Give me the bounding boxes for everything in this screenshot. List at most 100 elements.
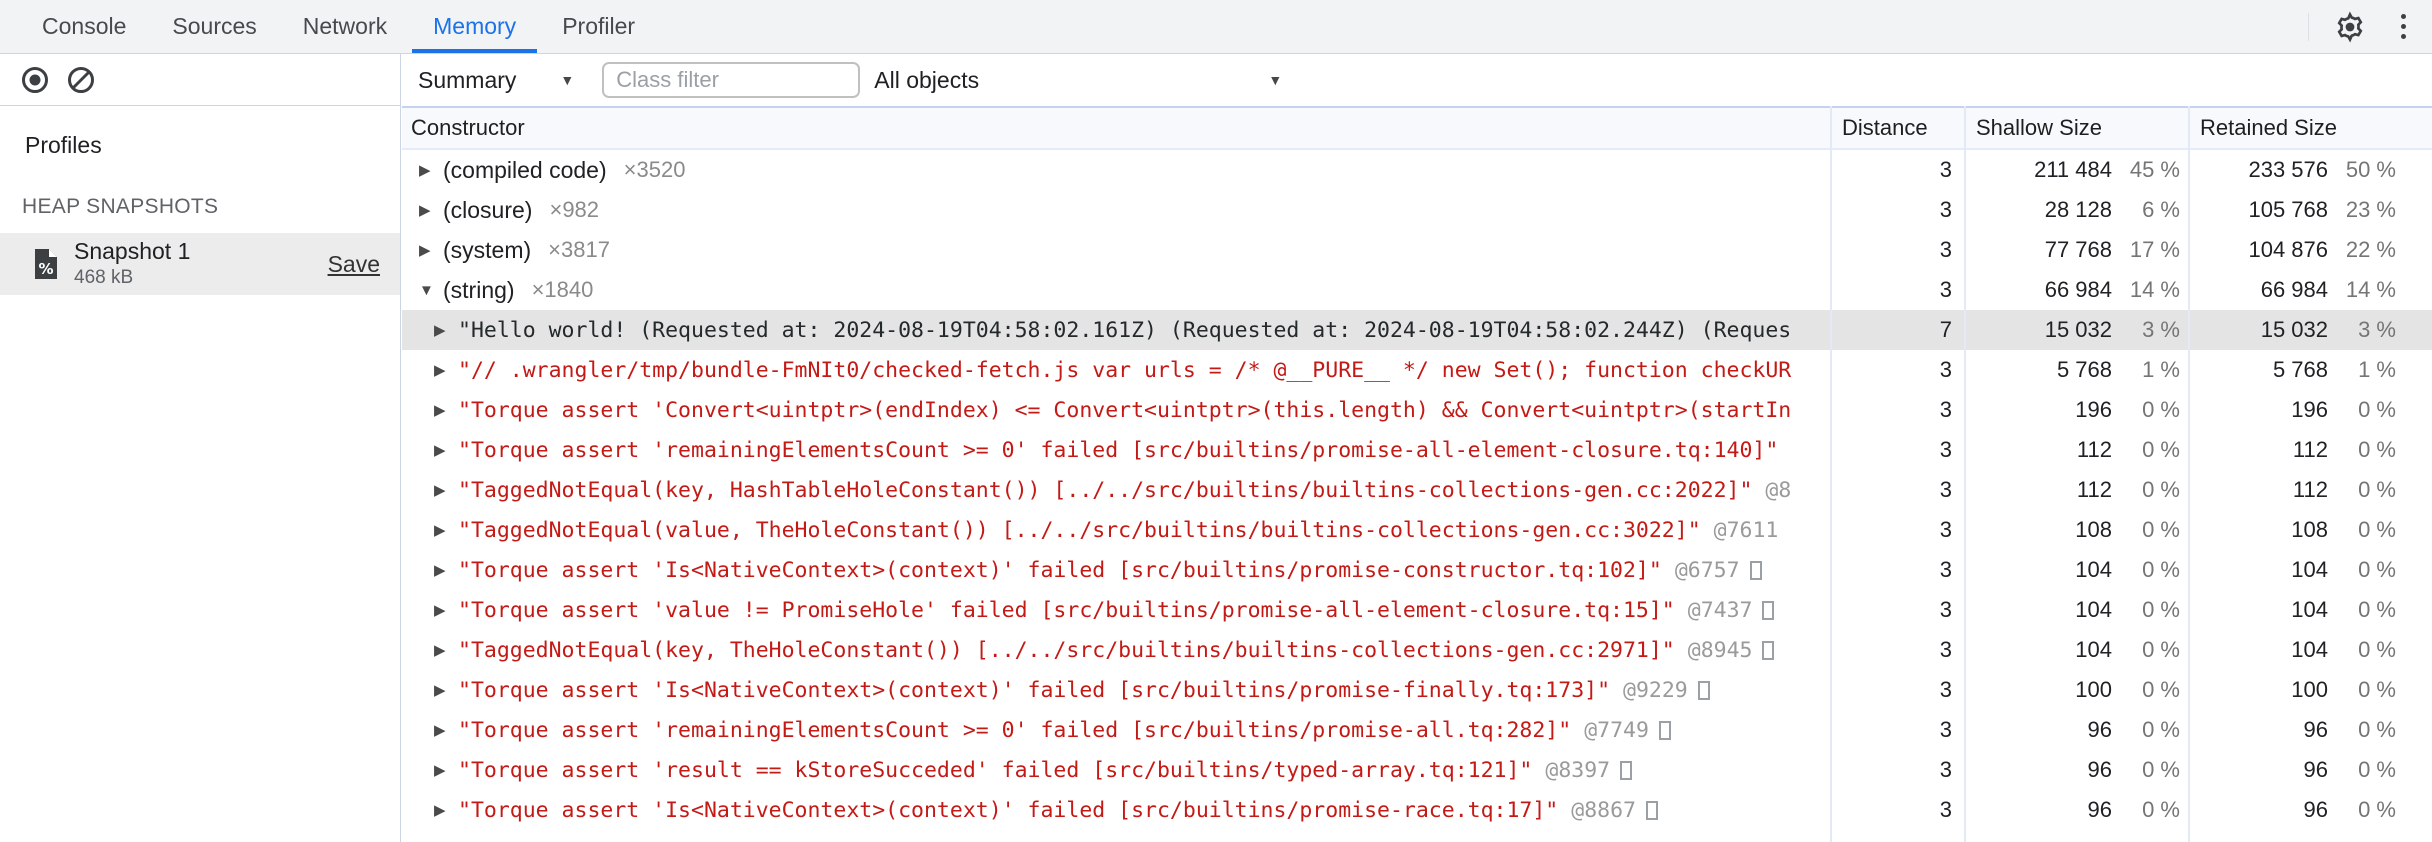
expand-arrow-icon[interactable]: ▶ bbox=[419, 161, 443, 179]
instance-count: ×3817 bbox=[548, 237, 610, 262]
string-instance-row[interactable]: ▶ "Torque assert 'Is<NativeContext>(conte… bbox=[402, 550, 2432, 590]
retained-size-cell: 104 876 22 % bbox=[2188, 237, 2432, 263]
string-preview: "Torque assert 'Is<NativeContext>(contex… bbox=[458, 797, 1559, 823]
constructor-cell: ▶ "TaggedNotEqual(value, TheHoleConstant(… bbox=[402, 518, 1830, 543]
expand-arrow-icon[interactable]: ▶ bbox=[419, 201, 443, 219]
distance-cell: 3 bbox=[1939, 397, 1952, 422]
object-id: @8397 bbox=[1545, 757, 1611, 783]
retained-size-cell: 96 0 % bbox=[2188, 717, 2432, 743]
string-instance-row[interactable]: ▶ "Torque assert 'remainingElementsCount … bbox=[402, 430, 2432, 470]
constructor-category-row[interactable]: ▶ (compiled code) ×3520 3 211 484 45 % 233 576… bbox=[402, 150, 2432, 190]
expand-arrow-icon[interactable]: ▶ bbox=[434, 681, 458, 699]
record-heap-snapshot-button[interactable] bbox=[20, 65, 50, 95]
size-value: 112 bbox=[2076, 477, 2112, 502]
perspective-select[interactable]: Summary ▼ bbox=[418, 67, 574, 94]
size-percent: 0 % bbox=[2358, 677, 2396, 702]
string-instance-row[interactable]: ▶ "TaggedNotEqual(key, TheHoleConstant())… bbox=[402, 630, 2432, 670]
expand-arrow-icon[interactable]: ▶ bbox=[434, 481, 458, 499]
size-percent: 0 % bbox=[2142, 437, 2180, 462]
size-value: 100 bbox=[2075, 677, 2112, 702]
size-percent: 14 % bbox=[2345, 277, 2396, 302]
expand-arrow-icon[interactable]: ▶ bbox=[434, 401, 458, 419]
expand-arrow-icon[interactable]: ▶ bbox=[434, 801, 458, 819]
expand-arrow-icon[interactable]: ▶ bbox=[434, 361, 458, 379]
string-instance-row[interactable]: ▶ "Torque assert 'remainingElementsCount … bbox=[402, 710, 2432, 750]
size-value: 104 bbox=[2075, 557, 2112, 582]
expand-arrow-icon[interactable]: ▶ bbox=[434, 321, 458, 339]
svg-text:%: % bbox=[38, 260, 53, 278]
more-options-button[interactable] bbox=[2397, 10, 2410, 43]
kebab-menu-icon bbox=[2401, 14, 2406, 19]
constructor-category-row[interactable]: ▶ (closure) ×982 3 28 128 6 % 105 768 23 % bbox=[402, 190, 2432, 230]
column-header-constructor[interactable]: Constructor bbox=[402, 115, 1830, 141]
string-preview: "Torque assert 'Is<NativeContext>(contex… bbox=[458, 677, 1611, 703]
distance-cell: 3 bbox=[1939, 357, 1952, 382]
string-instance-row[interactable]: ▶ "Torque assert 'Is<NativeContext>(conte… bbox=[402, 670, 2432, 710]
size-value: 108 bbox=[2291, 517, 2328, 542]
string-instance-row[interactable]: ▶ "Torque assert 'Convert<uintptr>(endInd… bbox=[402, 390, 2432, 430]
distance-cell: 3 bbox=[1939, 757, 1952, 782]
retained-size-cell: 15 032 3 % bbox=[2188, 317, 2432, 343]
save-snapshot-link[interactable]: Save bbox=[328, 251, 380, 278]
expand-arrow-icon[interactable]: ▶ bbox=[434, 441, 458, 459]
expand-arrow-icon[interactable]: ▶ bbox=[434, 601, 458, 619]
distance-cell: 3 bbox=[1939, 557, 1952, 582]
string-instance-row[interactable]: ▶ "Hello world! (Requested at: 2024-08-19… bbox=[402, 310, 2432, 350]
string-instance-row[interactable]: ▶ "Torque assert 'Is<NativeContext>(conte… bbox=[402, 790, 2432, 830]
string-instance-row[interactable]: ▶ "TaggedNotEqual(value, TheHoleConstant(… bbox=[402, 510, 2432, 550]
retained-size-cell: 105 768 23 % bbox=[2188, 197, 2432, 223]
string-preview: "// .wrangler/tmp/bundle-FmNIt0/checked-… bbox=[458, 357, 1792, 383]
settings-button[interactable] bbox=[2333, 10, 2367, 44]
tab-network[interactable]: Network bbox=[280, 0, 410, 53]
clear-profiles-button[interactable] bbox=[66, 65, 96, 95]
tab-sources[interactable]: Sources bbox=[149, 0, 279, 53]
shallow-size-cell: 211 484 45 % bbox=[1964, 157, 2188, 183]
size-value: 104 bbox=[2291, 557, 2328, 582]
size-percent: 0 % bbox=[2142, 717, 2180, 742]
expand-arrow-icon[interactable]: ▶ bbox=[419, 241, 443, 259]
tab-console[interactable]: Console bbox=[19, 0, 149, 53]
tab-memory[interactable]: Memory bbox=[410, 0, 539, 53]
size-percent: 50 % bbox=[2345, 157, 2396, 182]
string-instance-row[interactable]: ▶ "// .wrangler/tmp/bundle-FmNIt0/checked… bbox=[402, 350, 2432, 390]
column-header-distance[interactable]: Distance bbox=[1830, 115, 1964, 141]
constructor-category-row[interactable]: ▼ (string) ×1840 3 66 984 14 % 66 984 14 % bbox=[402, 270, 2432, 310]
expand-arrow-icon[interactable]: ▶ bbox=[434, 561, 458, 579]
string-instance-row[interactable]: ▶ "Torque assert 'value != PromiseHole' f… bbox=[402, 590, 2432, 630]
size-value: 96 bbox=[2087, 717, 2112, 742]
string-instance-row[interactable]: ▶ "Torque assert 'result == kStoreSuccede… bbox=[402, 750, 2432, 790]
size-value: 104 bbox=[2291, 597, 2328, 622]
expand-arrow-icon[interactable]: ▶ bbox=[434, 761, 458, 779]
expand-arrow-icon[interactable]: ▶ bbox=[434, 641, 458, 659]
collapse-arrow-icon[interactable]: ▼ bbox=[419, 282, 443, 299]
distance-cell: 3 bbox=[1939, 437, 1952, 462]
size-value: 96 bbox=[2087, 797, 2112, 822]
string-preview: "Torque assert 'Is<NativeContext>(contex… bbox=[458, 557, 1662, 583]
instance-count: ×982 bbox=[549, 197, 600, 222]
size-percent: 3 % bbox=[2358, 317, 2396, 342]
constructor-category-row[interactable]: ▶ (system) ×3817 3 77 768 17 % 104 876 22 % bbox=[402, 230, 2432, 270]
size-value: 104 bbox=[2075, 597, 2112, 622]
size-value: 15 032 bbox=[2044, 317, 2112, 342]
constructor-cell: ▶ "Torque assert 'remainingElementsCount … bbox=[402, 718, 1830, 743]
column-header-shallow-size[interactable]: Shallow Size bbox=[1964, 115, 2188, 141]
shallow-size-cell: 96 0 % bbox=[1964, 717, 2188, 743]
size-percent: 3 % bbox=[2142, 317, 2180, 342]
shallow-size-cell: 104 0 % bbox=[1964, 557, 2188, 583]
column-header-retained-size[interactable]: Retained Size bbox=[2188, 115, 2432, 141]
chevron-down-icon: ▼ bbox=[1268, 72, 1283, 88]
expand-arrow-icon[interactable]: ▶ bbox=[434, 721, 458, 739]
size-percent: 45 % bbox=[2129, 157, 2180, 182]
tab-profiler[interactable]: Profiler bbox=[539, 0, 658, 53]
size-percent: 0 % bbox=[2142, 637, 2180, 662]
class-filter-input[interactable] bbox=[602, 62, 861, 98]
string-instance-row[interactable]: ▶ "TaggedNotEqual(key, HashTableHoleConst… bbox=[402, 470, 2432, 510]
expand-arrow-icon[interactable]: ▶ bbox=[434, 521, 458, 539]
size-value: 233 576 bbox=[2248, 157, 2328, 182]
constructor-cell: ▶ "Torque assert 'result == kStoreSuccede… bbox=[402, 758, 1830, 783]
shallow-size-cell: 28 128 6 % bbox=[1964, 197, 2188, 223]
snapshot-item[interactable]: % Snapshot 1 468 kB Save bbox=[0, 233, 400, 295]
snapshot-title: Snapshot 1 bbox=[74, 237, 191, 264]
objects-scope-select[interactable]: All objects ▼ bbox=[874, 67, 1288, 94]
devtools-memory-panel: Console Sources Network Memory Profiler bbox=[0, 0, 2432, 842]
